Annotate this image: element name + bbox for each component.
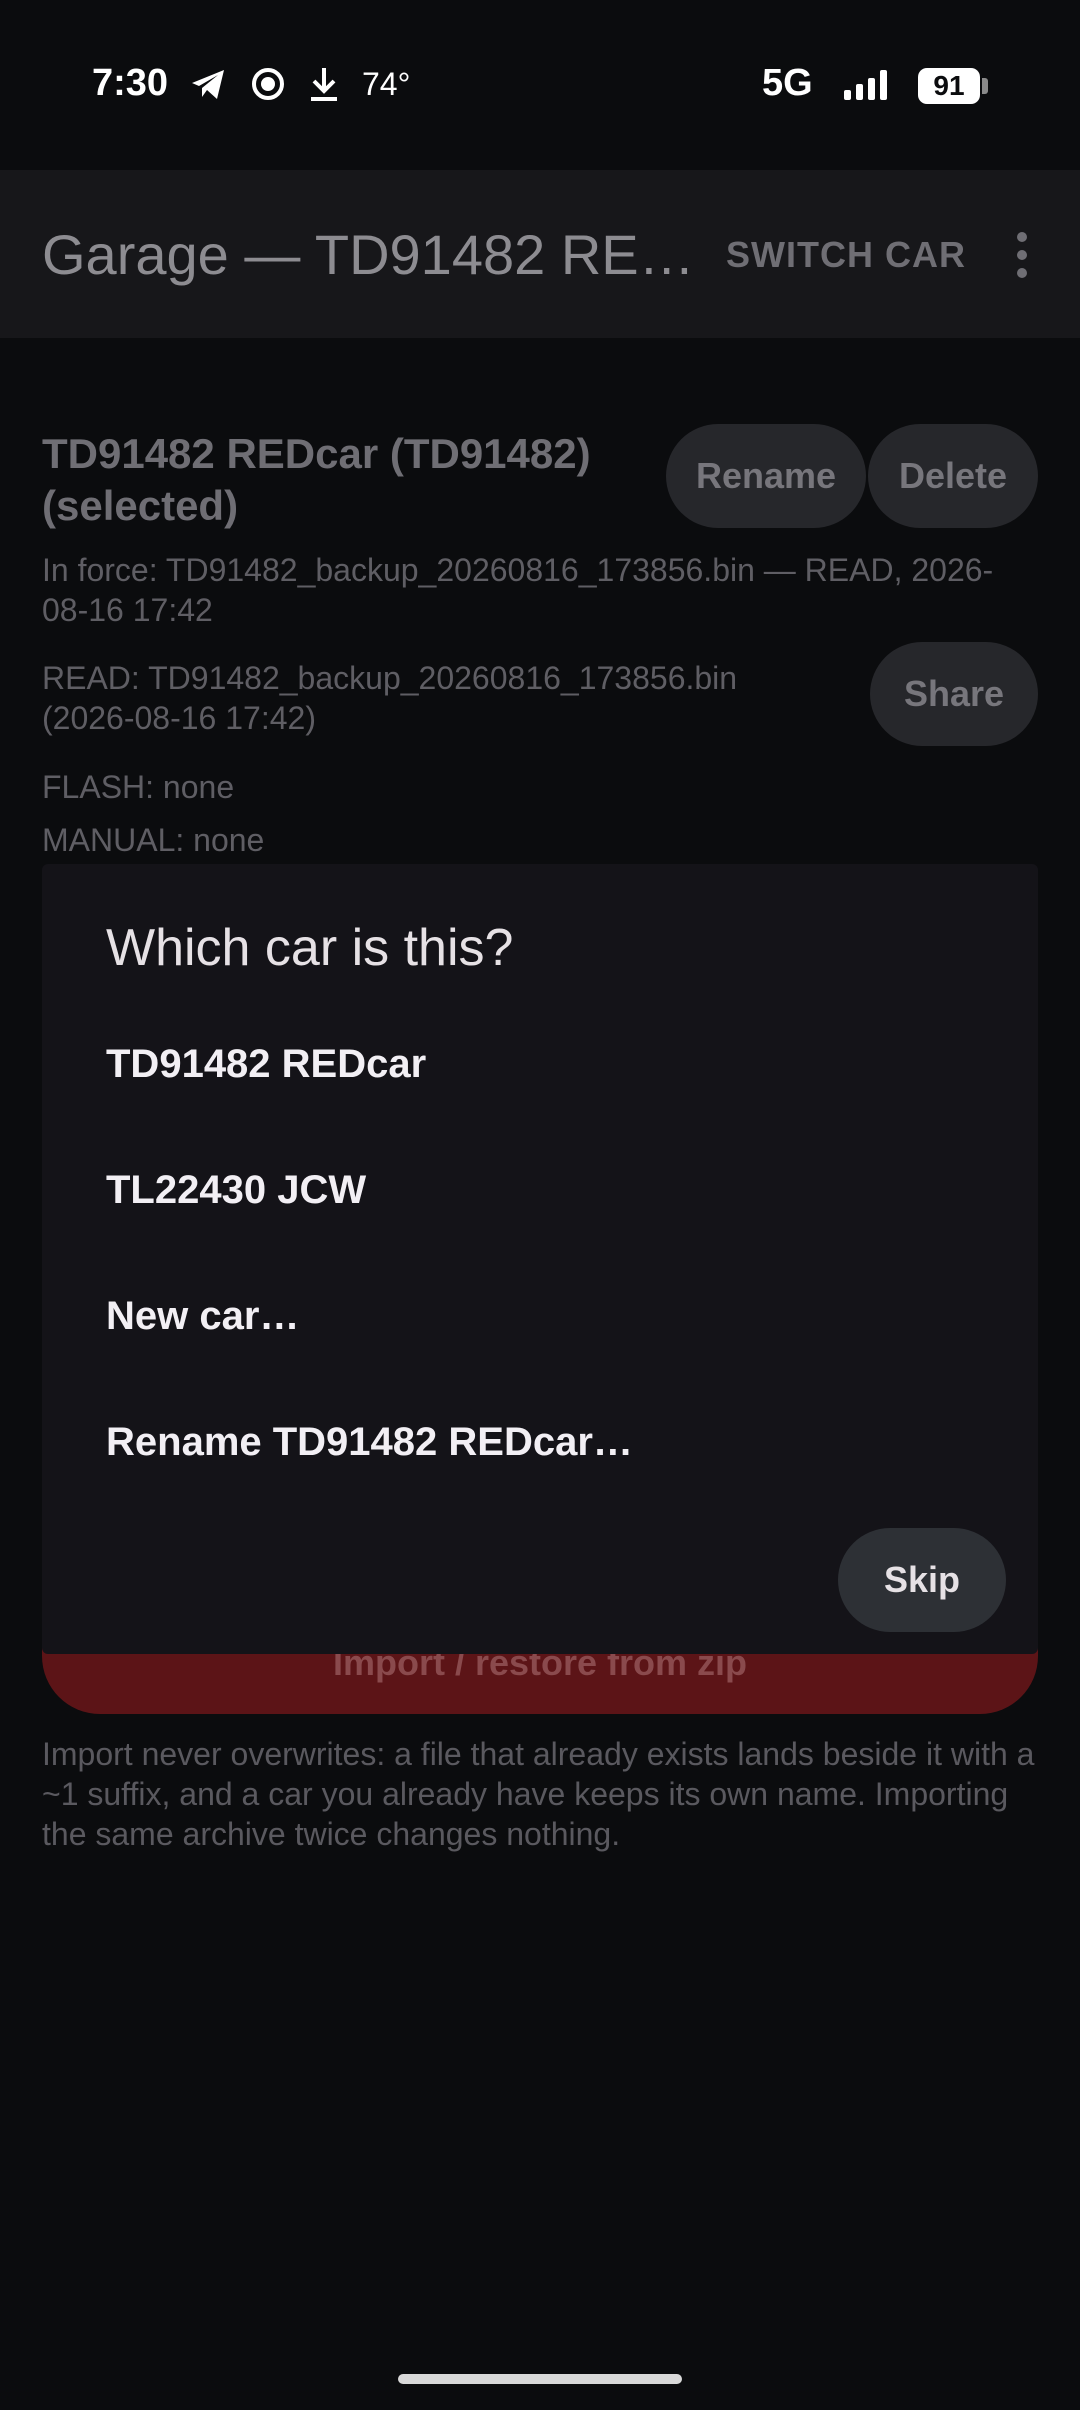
dialog-option-rename[interactable]: Rename TD91482 REDcar… [106, 1420, 633, 1465]
telegram-icon [188, 64, 228, 104]
record-icon [248, 64, 288, 104]
home-indicator[interactable] [398, 2374, 682, 2384]
battery-tip [982, 78, 988, 94]
dialog-option-new-car[interactable]: New car… [106, 1294, 299, 1339]
dialog-option-td91482[interactable]: TD91482 REDcar [106, 1042, 426, 1087]
car-title: TD91482 REDcar (TD91482) (selected) [42, 430, 591, 529]
import-note: Import never overwrites: a file that alr… [42, 1736, 1035, 1852]
manual-text: MANUAL: none [42, 822, 265, 858]
more-vert-icon[interactable] [1010, 232, 1034, 282]
status-bar: 7:30 74° 5G 91 [0, 0, 1080, 170]
which-car-dialog: Which car is this? TD91482 REDcar TL2243… [42, 864, 1038, 1654]
read-text: READ: TD91482_backup_20260816_173856.bin… [42, 660, 738, 736]
page-title: Garage — TD91482 RE… [42, 223, 695, 286]
switch-car-button[interactable]: SWITCH CAR [726, 234, 966, 276]
signal-icon [842, 66, 902, 106]
flash-text: FLASH: none [42, 769, 235, 805]
network-type: 5G [762, 62, 813, 104]
status-time: 7:30 [92, 62, 169, 104]
download-icon [306, 64, 342, 104]
share-button[interactable]: Share [870, 642, 1038, 746]
battery-icon: 91 [918, 68, 980, 104]
skip-button[interactable]: Skip [838, 1528, 1006, 1632]
rename-button[interactable]: Rename [666, 424, 866, 528]
dialog-title: Which car is this? [106, 919, 514, 977]
in-force-text: In force: TD91482_backup_20260816_173856… [42, 552, 994, 628]
dialog-option-tl22430[interactable]: TL22430 JCW [106, 1168, 366, 1213]
temperature-text: 74° [362, 66, 411, 102]
delete-button[interactable]: Delete [868, 424, 1038, 528]
